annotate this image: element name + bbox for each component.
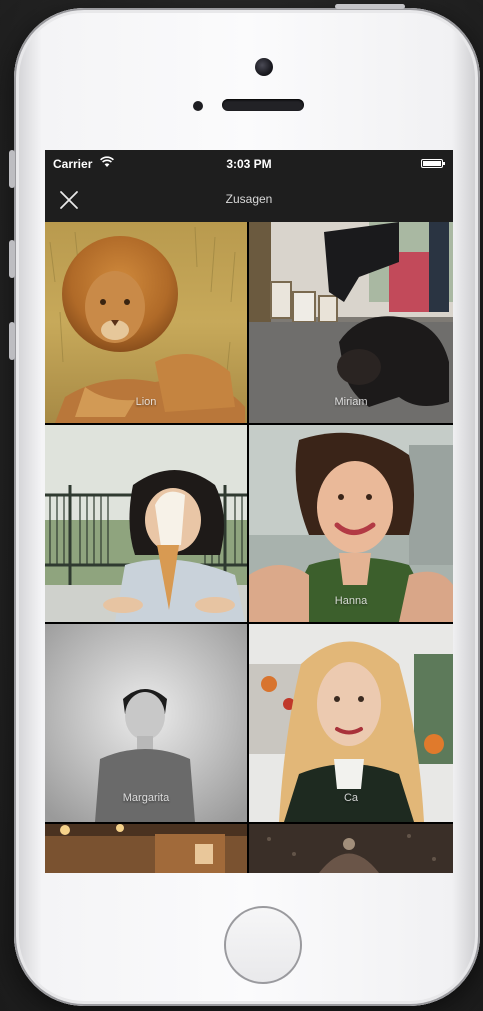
photo-tile-hanna[interactable]: Hanna: [249, 425, 453, 622]
photo-tile-dark[interactable]: [249, 824, 453, 873]
photo-label: Margarita: [122, 792, 170, 804]
earpiece-speaker: [222, 99, 304, 111]
status-time: 3:03 PM: [226, 157, 272, 171]
volume-down-button[interactable]: [9, 322, 15, 360]
proximity-sensor: [193, 101, 203, 111]
photo-label: Hanna: [334, 595, 368, 607]
mute-switch[interactable]: [9, 150, 15, 188]
photo-tile-margarita[interactable]: Margarita: [45, 624, 247, 822]
photo-label: Ca: [343, 792, 359, 804]
navigation-bar: Zusagen: [45, 178, 453, 222]
battery-icon: [421, 159, 445, 168]
photo-tile-ca[interactable]: Ca: [249, 624, 453, 822]
volume-up-button[interactable]: [9, 240, 15, 278]
front-camera: [255, 58, 273, 76]
nav-title: Zusagen: [225, 192, 273, 206]
lion-photo: [45, 222, 247, 423]
dark-photo: [249, 824, 453, 873]
photo-tile-lion[interactable]: Lion: [45, 222, 247, 423]
girl-with-ice-cream-photo: [45, 425, 247, 622]
status-bar: Carrier 3:03 PM: [45, 150, 453, 178]
interior-photo: [45, 824, 247, 873]
photo-label: Miriam: [334, 396, 368, 408]
photo-tile-interior[interactable]: [45, 824, 247, 873]
photo-tile-miriam[interactable]: Miriam: [249, 222, 453, 423]
photo-tile-girl[interactable]: [45, 425, 247, 622]
sleep-button[interactable]: [335, 4, 405, 9]
photo-label: Lion: [135, 396, 157, 408]
smiling-woman-photo: [249, 425, 453, 622]
screen: Carrier 3:03 PM Zusagen Lion Miriam Hann…: [45, 150, 453, 873]
photo-grid: Lion Miriam Hanna Margarita Ca: [45, 222, 453, 873]
dog-photo: [249, 222, 453, 423]
home-button[interactable]: [224, 906, 302, 984]
